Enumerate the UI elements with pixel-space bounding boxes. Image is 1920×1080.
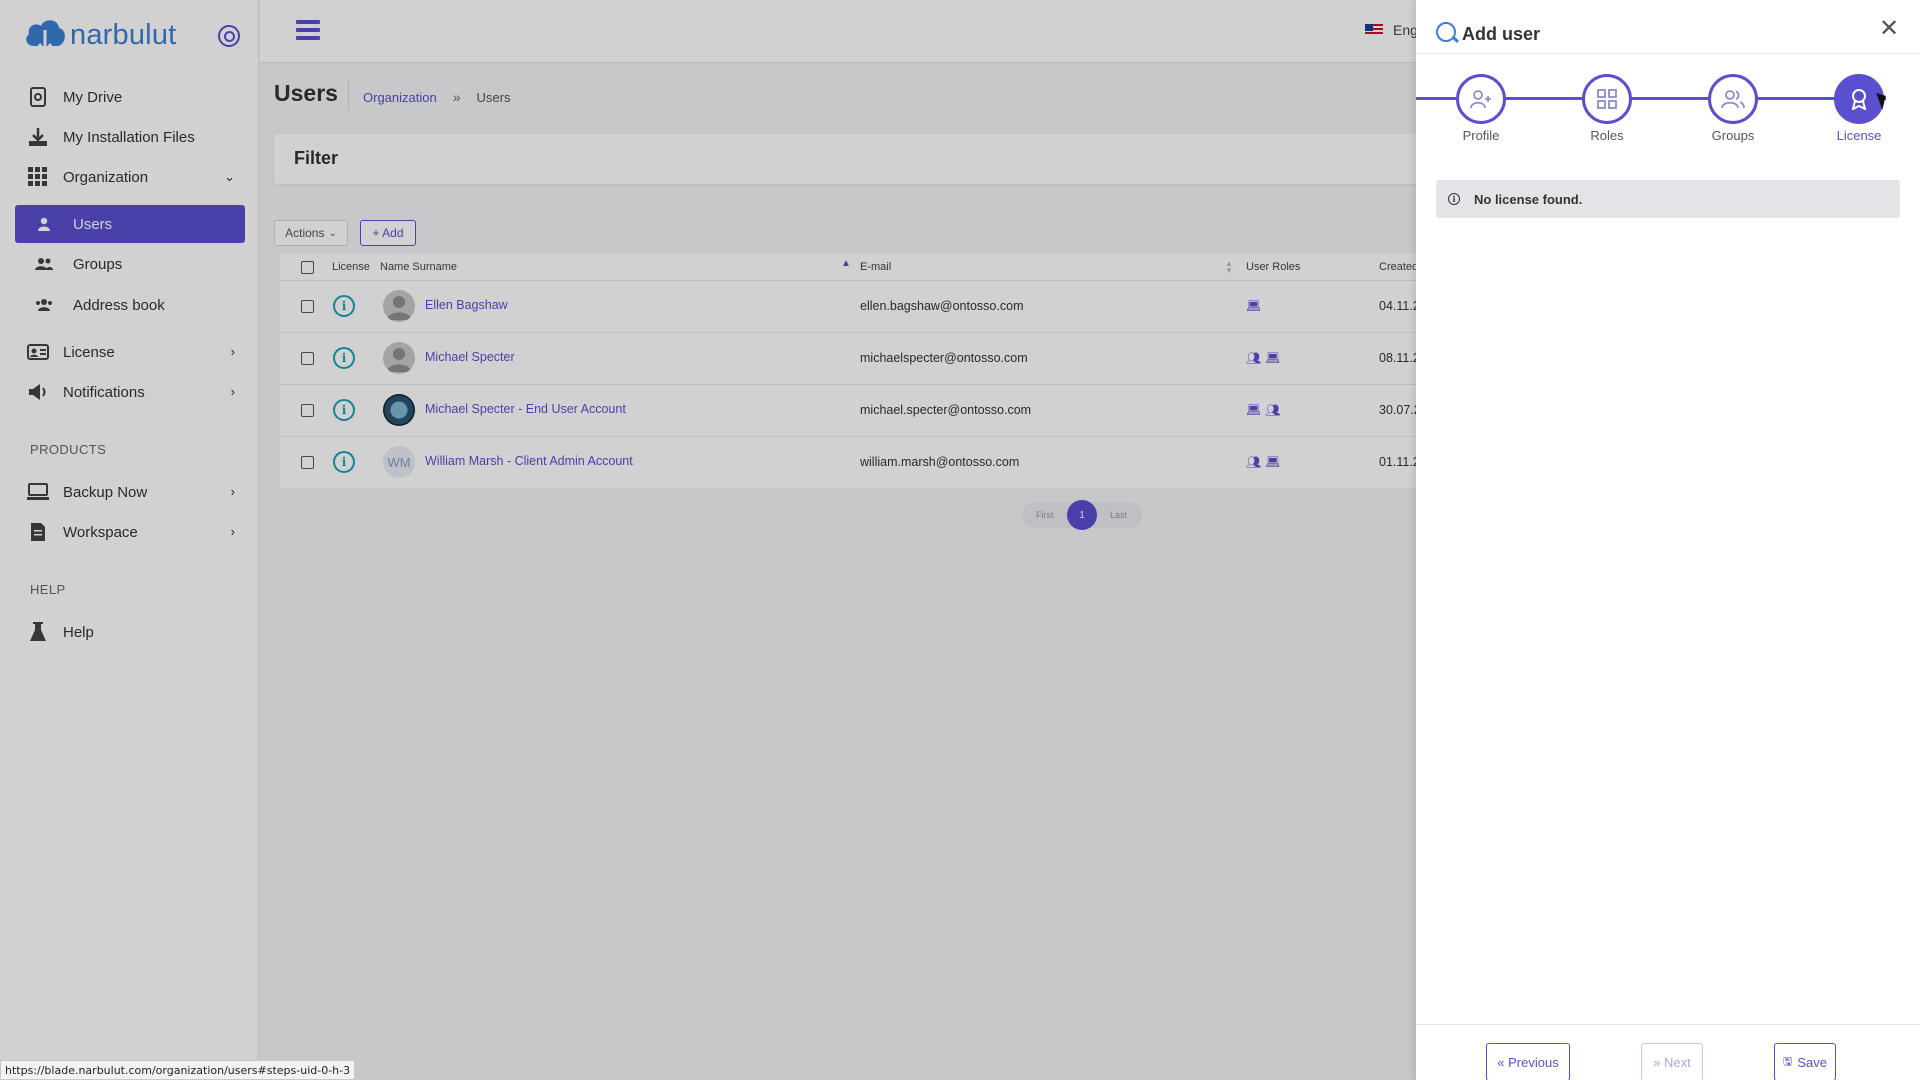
award-icon <box>1851 89 1867 110</box>
info-circle-icon: i <box>1448 193 1460 205</box>
step-label-license[interactable]: License <box>1814 128 1904 143</box>
step-label-groups[interactable]: Groups <box>1688 128 1778 143</box>
next-button[interactable]: » Next <box>1641 1043 1703 1080</box>
step-roles[interactable] <box>1582 74 1632 124</box>
users-icon <box>1721 90 1745 109</box>
drawer-header: Add user ✕ <box>1416 0 1920 54</box>
grid-icon <box>1597 89 1617 109</box>
drawer-title: Add user <box>1462 24 1541 44</box>
save-icon: 🖫 <box>1782 1055 1793 1068</box>
step-groups[interactable] <box>1708 74 1758 124</box>
user-plus-icon <box>1470 90 1491 109</box>
previous-button[interactable]: « Previous <box>1486 1043 1570 1080</box>
no-license-alert: i No license found. <box>1436 180 1900 218</box>
step-label-roles[interactable]: Roles <box>1562 128 1652 143</box>
alert-text: No license found. <box>1474 191 1583 207</box>
step-label-profile[interactable]: Profile <box>1436 128 1526 143</box>
save-button[interactable]: 🖫 Save <box>1774 1043 1836 1080</box>
drawer-footer: « Previous » Next 🖫 Save <box>1416 1024 1920 1080</box>
save-label: Save <box>1797 1054 1827 1070</box>
search-user-icon <box>1436 22 1456 42</box>
close-icon[interactable]: ✕ <box>1878 17 1900 41</box>
step-license[interactable] <box>1834 74 1884 124</box>
next-label: » Next <box>1653 1054 1691 1070</box>
add-user-drawer: Add user ✕ Profile Roles Groups License … <box>1416 0 1920 1080</box>
step-profile[interactable] <box>1456 74 1506 124</box>
status-bar-url: https://blade.narbulut.com/organization/… <box>0 1060 356 1080</box>
previous-label: « Previous <box>1497 1054 1559 1070</box>
modal-overlay[interactable] <box>0 0 1416 1080</box>
